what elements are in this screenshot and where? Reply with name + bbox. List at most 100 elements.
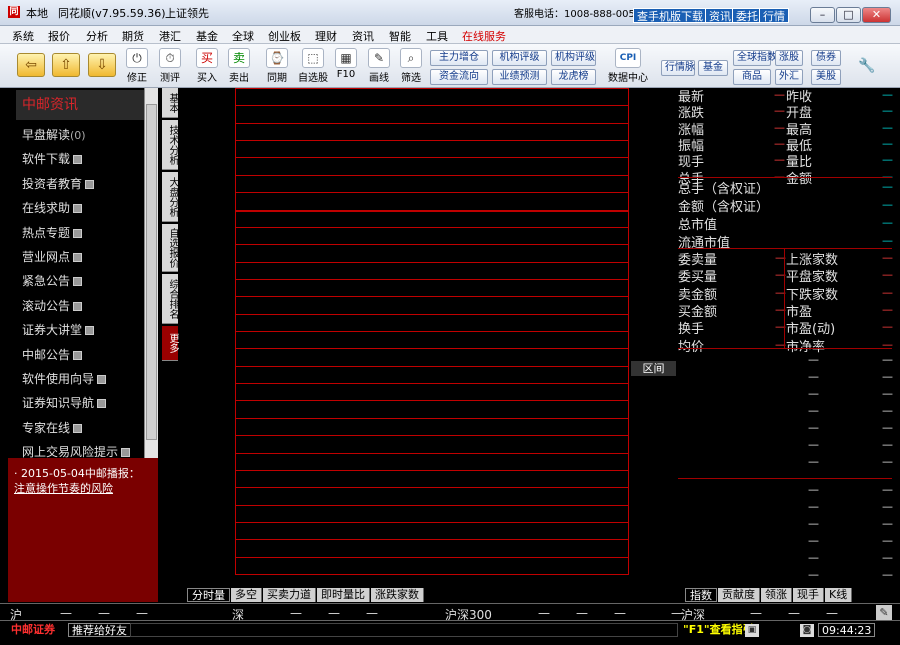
info-list-item[interactable]: 热点专题 xyxy=(22,224,83,241)
app-title: 同花顺(v7.95.59.36) xyxy=(58,7,166,20)
blank-value: — xyxy=(882,551,893,564)
info-list-item[interactable]: 营业网点 xyxy=(22,248,83,265)
f10-button[interactable]: ▦ F10 xyxy=(331,48,361,86)
blank-value: — xyxy=(808,353,819,366)
settings-wrench-icon[interactable]: ✎ xyxy=(876,605,892,620)
menu-forex[interactable]: 港汇 xyxy=(159,28,181,44)
chart-tab-2[interactable]: 买卖力道 xyxy=(263,588,316,602)
info-list-item[interactable]: 紧急公告 xyxy=(22,272,83,289)
menu-system[interactable]: 系统 xyxy=(12,28,34,44)
info-list-item[interactable]: 软件使用向导 xyxy=(22,370,107,387)
info-list-item[interactable]: 专家在线 xyxy=(22,419,83,436)
maximize-button[interactable]: □ xyxy=(836,7,861,23)
quote-tab-3[interactable]: 现手 xyxy=(793,588,824,602)
chart-tab-3[interactable]: 即时量比 xyxy=(317,588,370,602)
trade-link[interactable]: 委托 xyxy=(732,8,762,23)
menu-futures[interactable]: 期货 xyxy=(122,28,144,44)
chart-tab-1[interactable]: 多空 xyxy=(231,588,262,602)
earnings-forecast-button[interactable]: 业绩预测 xyxy=(492,69,547,85)
watchlist-button[interactable]: ⬚ 自选股 xyxy=(298,48,328,86)
menu-info[interactable]: 资讯 xyxy=(352,28,374,44)
news-link[interactable]: 资讯 xyxy=(705,8,735,23)
close-button[interactable]: ✕ xyxy=(862,7,891,23)
info-list-item[interactable]: 证券知识导航 xyxy=(22,394,107,411)
monitor-icon[interactable]: ▣ xyxy=(745,624,759,637)
blank-value: — xyxy=(808,404,819,417)
screen-button[interactable]: ⌕ 筛选 xyxy=(396,48,426,86)
menu-online-service[interactable]: 在线服务 xyxy=(462,28,506,44)
chart-tab-4[interactable]: 涨跌家数 xyxy=(371,588,424,602)
minimize-button[interactable]: – xyxy=(810,7,835,23)
data-center-button[interactable]: CPI 数据中心 xyxy=(606,48,650,86)
back-button[interactable]: ⇦ xyxy=(17,53,45,77)
pulse-button[interactable]: 行情脉 xyxy=(661,60,695,76)
forex-button[interactable]: 外汇 xyxy=(775,69,803,85)
info-list-item[interactable]: 投资者教育 xyxy=(22,175,95,192)
recommend-button[interactable]: 推荐给好友 xyxy=(68,623,131,637)
mobile-download-link[interactable]: 查手机版下载 xyxy=(633,8,707,23)
info-list-item[interactable]: 滚动公告 xyxy=(22,297,83,314)
grid-line xyxy=(235,453,629,454)
commodity-button[interactable]: 商品 xyxy=(733,69,771,85)
wrench-icon[interactable]: 🔧 xyxy=(858,58,875,74)
draw-line-button[interactable]: ✎ 画线 xyxy=(364,48,394,86)
quote-label: 金额（含权证） xyxy=(678,200,770,215)
sell-button[interactable]: 卖卖出 xyxy=(224,48,254,86)
rating-button-b[interactable]: 机构评级 xyxy=(551,50,596,66)
quote-tab-4[interactable]: K线 xyxy=(825,588,853,602)
info-list-item[interactable]: 证券大讲堂 xyxy=(22,321,95,338)
global-index-button[interactable]: 全球指数 xyxy=(733,50,777,66)
quote-tab-2[interactable]: 领涨 xyxy=(761,588,792,602)
vtab-1[interactable]: 技术分析 xyxy=(162,120,178,170)
filter-icon: ⌕ xyxy=(400,48,422,68)
new-badge-icon xyxy=(73,253,83,262)
panel-scrollbar[interactable] xyxy=(144,88,158,458)
info-list-item[interactable]: 中邮公告 xyxy=(22,346,83,363)
buy-button[interactable]: 买买入 xyxy=(192,48,222,86)
chart-tab-0[interactable]: 分时量 xyxy=(187,588,230,602)
hk-stock-button[interactable]: 涨股 xyxy=(775,50,803,66)
page-up-button[interactable]: ⇧ xyxy=(52,53,80,77)
menu-global[interactable]: 全球 xyxy=(232,28,254,44)
dragon-tiger-button[interactable]: 龙虎榜 xyxy=(551,69,596,85)
bond-button[interactable]: 债券 xyxy=(811,50,841,66)
grid-line xyxy=(235,314,629,315)
revise-button[interactable]: ⏻ 修正 xyxy=(122,48,152,86)
vtab-4[interactable]: 综合排名 xyxy=(162,274,178,324)
evaluate-button[interactable]: ⏱ 测评 xyxy=(155,48,185,86)
info-list-item[interactable]: 在线求助 xyxy=(22,199,83,216)
menu-quote[interactable]: 报价 xyxy=(48,28,70,44)
capital-flow-button[interactable]: 资金流向 xyxy=(430,69,488,85)
vtab-3[interactable]: 自选报价 xyxy=(162,224,178,272)
info-list-item[interactable]: 软件下载 xyxy=(22,150,83,167)
news-link[interactable]: 注意操作节奏的风险 xyxy=(14,482,113,495)
quote-tab-0[interactable]: 指数 xyxy=(685,588,717,602)
menu-analysis[interactable]: 分析 xyxy=(86,28,108,44)
quote-label: 均价 xyxy=(678,339,705,355)
info-list-item[interactable]: 早盘解读(0) xyxy=(22,126,86,143)
vtab-0[interactable]: 基本 xyxy=(162,88,178,118)
quote-tab-1[interactable]: 贡献度 xyxy=(718,588,760,602)
us-stock-button[interactable]: 美股 xyxy=(811,69,841,85)
menu-gem[interactable]: 创业板 xyxy=(268,28,301,44)
fund-button[interactable]: 基金 xyxy=(698,60,728,76)
quote-value: — xyxy=(882,180,893,193)
rating-button-a[interactable]: 机构评级 xyxy=(492,50,547,66)
page-down-button[interactable]: ⇩ xyxy=(88,53,116,77)
location-label: 本地 xyxy=(26,7,48,20)
menu-finance[interactable]: 理财 xyxy=(315,28,337,44)
scrollbar-thumb[interactable] xyxy=(146,104,157,440)
main-force-button[interactable]: 主力增仓 xyxy=(430,50,488,66)
chart-grid xyxy=(235,88,629,575)
menu-tools[interactable]: 工具 xyxy=(426,28,448,44)
period-button[interactable]: ⌚ 同期 xyxy=(262,48,292,86)
range-button[interactable]: 区间 xyxy=(631,361,676,376)
menu-smart[interactable]: 智能 xyxy=(389,28,411,44)
vtab-5[interactable]: 更多 xyxy=(162,326,178,361)
blank-value: — xyxy=(882,370,893,383)
grid-line xyxy=(235,366,629,367)
vtab-2[interactable]: 大盘分析 xyxy=(162,172,178,222)
quote-link[interactable]: 行情 xyxy=(759,8,789,23)
grid-line xyxy=(235,470,629,471)
menu-fund[interactable]: 基金 xyxy=(196,28,218,44)
